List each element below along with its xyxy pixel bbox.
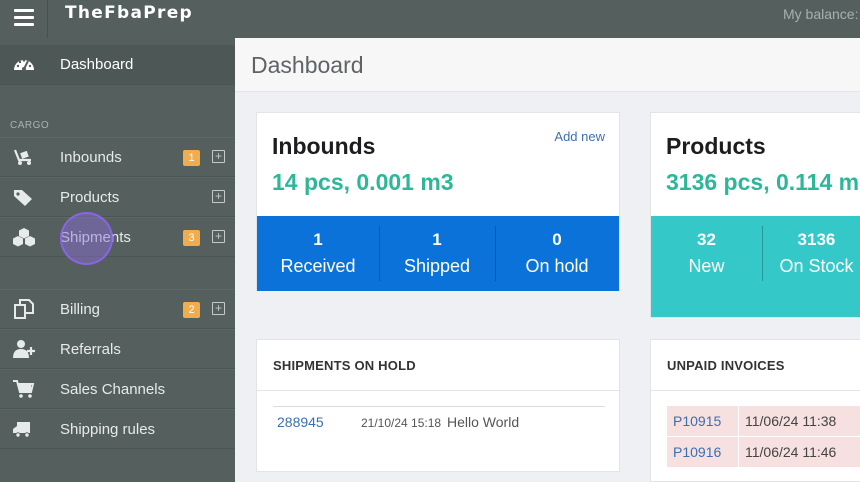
stat-label: On Stock [779,256,854,276]
tags-icon [14,190,32,206]
sidebar-item-shipping-rules[interactable]: Shipping rules [0,409,235,449]
panel-divider [651,390,860,391]
sidebar-item-label: Dashboard [60,56,134,73]
sidebar-item-label: Billing [60,301,101,318]
sidebar-item-billing[interactable]: Billing 2 + [0,289,235,329]
stat-value: 1 [313,230,323,249]
inbounds-card: Inbounds Add new 14 pcs, 0.001 m3 1 Rece… [256,112,620,291]
top-bar: TheFbaPrep My balance: [0,0,860,38]
sidebar-item-label: Inbounds [60,149,122,166]
sidebar-item-label: Referrals [60,341,121,358]
stat-label: On hold [525,256,589,276]
invoice-id-link[interactable]: P10915 [673,413,721,429]
count-badge: 1 [183,150,200,166]
page-title: Dashboard [251,52,364,78]
sidebar-item-inbounds[interactable]: Inbounds 1 + [0,137,235,177]
hamburger-icon-line [14,23,34,26]
products-card: Products 3136 pcs, 0.114 m3 32 New 3136 … [650,112,860,318]
card-summary: 3136 pcs, 0.114 m3 [666,169,860,195]
copy-icon [14,299,34,319]
invoice-date: 11/06/24 11:46 [745,444,837,460]
sidebar: Dashboard CARGO Inbounds 1 + Products + … [0,38,235,482]
stat-label: Received [280,256,356,276]
stat-value: 1 [432,230,442,249]
unpaid-invoices-panel: UNPAID INVOICES P10915 11/06/24 11:38 P1… [650,339,860,482]
expand-plus-icon[interactable]: + [212,190,225,203]
count-badge: 2 [183,302,200,318]
stat-value: 0 [552,230,562,249]
hamburger-icon-line [14,16,34,19]
shipment-note: Hello World [447,414,520,430]
expand-plus-icon[interactable]: + [212,230,225,243]
page-header: Dashboard [235,38,860,92]
sidebar-item-label: Sales Channels [60,381,166,398]
cubes-icon [13,228,35,247]
user-plus-icon [13,340,35,358]
dashboard-gauge-icon [14,59,34,71]
sidebar-item-label: Shipping rules [60,421,156,438]
stat-received[interactable]: 1 Received [257,216,379,291]
sidebar-item-referrals[interactable]: Referrals [0,329,235,369]
panel-divider [257,390,619,391]
click-indicator [60,212,113,265]
truck-icon [13,422,30,438]
panel-title: SHIPMENTS ON HOLD [273,358,416,373]
hamburger-icon [14,9,34,12]
expand-plus-icon[interactable]: + [212,150,225,163]
inbounds-stats-bar: 1 Received 1 Shipped 0 On hold [257,216,619,291]
stat-new[interactable]: 32 New [651,216,762,317]
shipment-id-link[interactable]: 288945 [277,414,324,430]
expand-plus-icon[interactable]: + [212,302,225,315]
card-title: Products [666,133,766,159]
stat-on-stock[interactable]: 3136 On Stock [761,216,860,317]
balance-link[interactable]: My balance: [783,6,858,22]
sidebar-item-shipments[interactable]: Shipments 3 + [0,217,235,257]
stat-shipped[interactable]: 1 Shipped [379,216,495,291]
shipments-on-hold-panel: SHIPMENTS ON HOLD 288945 21/10/24 15:18 … [256,339,620,472]
panel-title: UNPAID INVOICES [667,358,785,373]
shipment-date: 21/10/24 15:18 [361,416,442,430]
products-stats-bar: 32 New 3136 On Stock [651,216,860,317]
section-label-cargo: CARGO [10,120,50,131]
dolly-icon [13,149,31,165]
stat-on-hold[interactable]: 0 On hold [495,216,619,291]
cart-icon [13,380,35,398]
stat-value: 32 [696,230,716,249]
brand-logo[interactable]: TheFbaPrep [65,3,193,23]
table-row: P10916 11/06/24 11:46 [667,437,860,468]
card-title: Inbounds [272,133,376,159]
stat-label: Shipped [403,256,471,276]
stat-value: 3136 [797,230,836,249]
sidebar-item-sales-channels[interactable]: Sales Channels [0,369,235,409]
sidebar-item-label: Products [60,189,120,206]
sidebar-item-products[interactable]: Products + [0,177,235,217]
card-summary: 14 pcs, 0.001 m3 [272,169,454,195]
invoice-id-link[interactable]: P10916 [673,444,721,460]
table-header-divider [273,406,605,407]
table-row: P10915 11/06/24 11:38 [667,406,860,437]
menu-toggle-button[interactable] [0,0,48,38]
count-badge: 3 [183,230,200,246]
add-new-link[interactable]: Add new [554,129,605,144]
column-divider [738,406,739,437]
invoice-date: 11/06/24 11:38 [745,413,837,429]
stat-label: New [688,256,725,276]
sidebar-item-dashboard[interactable]: Dashboard [0,45,235,85]
column-divider [738,437,739,468]
